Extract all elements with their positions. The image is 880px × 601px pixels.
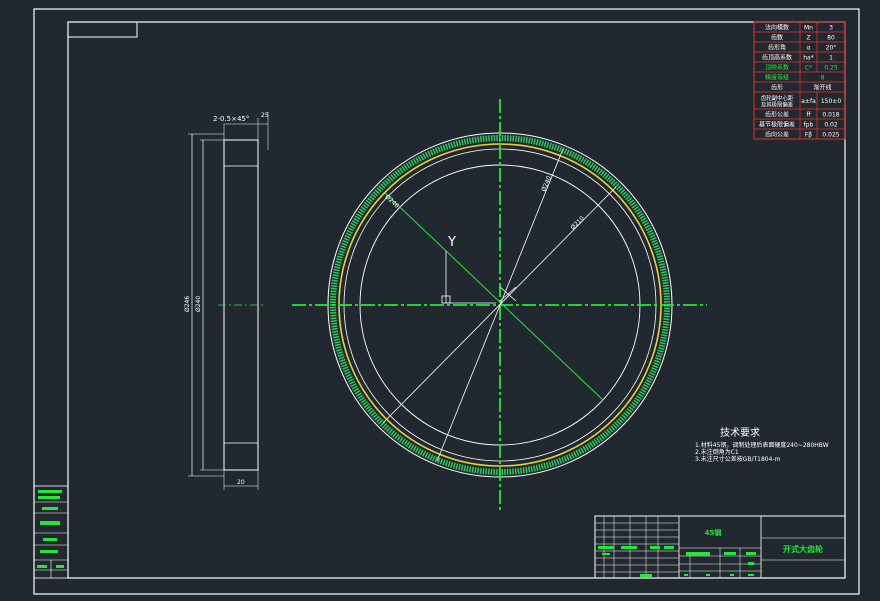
- param-value-8: 0.018: [822, 112, 839, 119]
- param-symbol-1: Z: [806, 35, 810, 42]
- param-value-0: 3: [829, 25, 833, 32]
- tech-req-item-1: 1.材料45钢，调制处理后表面硬度240~280HBW: [695, 441, 829, 449]
- param-name-9: 基节极限偏差: [759, 121, 795, 129]
- tech-req-item-3: 3.未注尺寸公差按GB/T1804-m: [695, 455, 781, 463]
- param-symbol-2: α: [807, 45, 811, 52]
- param-symbol-3: ha*: [803, 55, 813, 62]
- param-value-1: 80: [827, 35, 835, 42]
- cad-drawing-canvas: 法向模数 Mn 3 齿数 Z 80 齿形角 α 20° 齿顶高系数 ha* 1 顶隙系数 C* 0.25 精度…: [33, 8, 860, 595]
- title-block: 45钢 开式大齿轮: [594, 515, 846, 579]
- side-view: 2-0.5×45° 25 Ø246 Ø240 20: [184, 112, 269, 490]
- width-dim-label: 20: [237, 479, 245, 486]
- param-value-3: 1: [829, 55, 833, 62]
- left-strip-table: [33, 485, 69, 579]
- param-symbol-8: ff: [806, 112, 811, 119]
- corner-code-box: [67, 21, 138, 38]
- top-dim-label: 25: [261, 112, 269, 119]
- front-dia-outer: Ø246: [384, 193, 401, 209]
- param-name-2: 齿形角: [768, 44, 786, 52]
- side-dia-inner: Ø240: [195, 296, 202, 312]
- param-value-9: 0.02: [824, 122, 838, 129]
- param-name-5: 精度等级: [765, 74, 789, 82]
- front-dia-inner: Ø210: [569, 215, 586, 232]
- param-name-4: 顶隙系数: [765, 64, 789, 72]
- param-name-3: 齿顶高系数: [762, 54, 792, 62]
- outer-sheet-border: [33, 8, 860, 595]
- param-name-10: 齿向公差: [765, 131, 789, 139]
- param-value-10: 0.025: [822, 132, 839, 139]
- param-symbol-4: C*: [805, 65, 812, 72]
- param-value-2: 20°: [826, 45, 837, 52]
- param-value-6: 渐开线: [813, 84, 831, 92]
- front-view: Y Ø246 Ø240 Ø210: [292, 99, 707, 512]
- gear-parameter-table: 法向模数 Mn 3 齿数 Z 80 齿形角 α 20° 齿顶高系数 ha* 1 顶隙系数 C* 0.25 精度…: [753, 21, 846, 140]
- param-name-8: 齿形公差: [765, 111, 789, 119]
- param-name-6: 齿形: [771, 84, 783, 92]
- param-name-1: 齿数: [771, 34, 783, 42]
- param-value-7: 150±0: [821, 98, 841, 105]
- param-symbol-9: fpb: [804, 122, 814, 129]
- param-symbol-10: Fβ: [805, 132, 812, 139]
- title-block-material: 45钢: [705, 528, 722, 537]
- tech-req-item-2: 2.未注倒角为C1: [695, 448, 739, 456]
- param-value-5: 8: [821, 75, 825, 82]
- tech-req-title: 技术要求: [720, 426, 760, 439]
- param-symbol-7: a±fa: [801, 98, 816, 105]
- side-dia-outer: Ø246: [184, 296, 191, 312]
- chamfer-label: 2-0.5×45°: [213, 115, 249, 123]
- title-block-part-name: 开式大齿轮: [783, 544, 823, 554]
- param-name-0: 法向模数: [765, 24, 789, 32]
- param-name-7: 齿轮副中心距及其极限偏差: [761, 94, 794, 109]
- ucs-y-axis-label: Y: [447, 235, 456, 250]
- technical-requirements: 技术要求 1.材料45钢，调制处理后表面硬度240~280HBW 2.未注倒角为…: [695, 426, 829, 463]
- front-dia-mid: Ø240: [540, 175, 553, 193]
- param-symbol-0: Mn: [804, 25, 813, 32]
- param-value-4: 0.25: [824, 65, 838, 72]
